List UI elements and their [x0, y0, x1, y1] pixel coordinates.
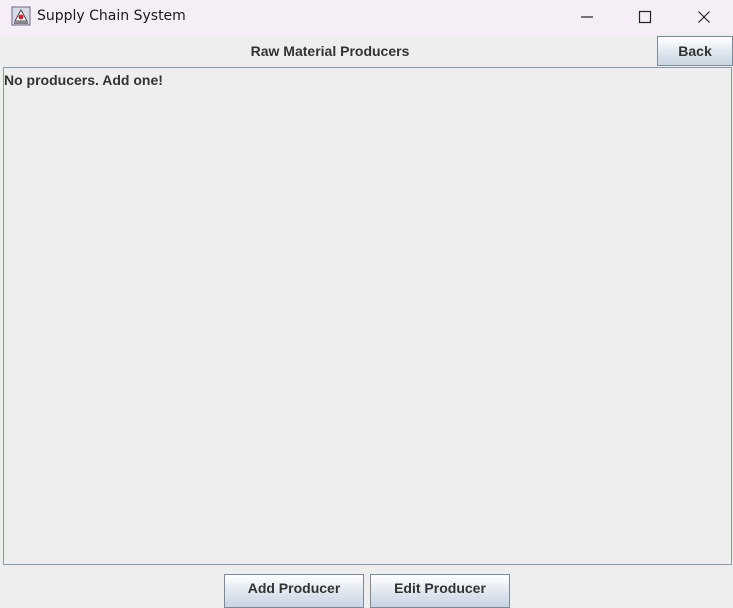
- maximize-button[interactable]: [616, 0, 674, 33]
- title-bar[interactable]: Supply Chain System: [0, 0, 733, 34]
- page-title: Raw Material Producers: [250, 43, 410, 59]
- minimize-icon: [580, 10, 594, 24]
- maximize-icon: [638, 10, 652, 24]
- java-app-icon: [11, 6, 31, 26]
- close-button[interactable]: [675, 0, 733, 33]
- header-bar: Raw Material Producers Back: [3, 35, 733, 67]
- app-window: Supply Chain System Raw Material Produce…: [0, 0, 733, 608]
- producer-list-panel: No producers. Add one!: [3, 67, 732, 565]
- edit-producer-button[interactable]: Edit Producer: [370, 574, 510, 608]
- minimize-button[interactable]: [558, 0, 616, 33]
- window-title: Supply Chain System: [37, 8, 186, 24]
- back-button[interactable]: Back: [657, 36, 733, 66]
- empty-state-message: No producers. Add one!: [4, 72, 163, 88]
- add-producer-button[interactable]: Add Producer: [224, 574, 364, 608]
- action-bar: Add Producer Edit Producer: [0, 566, 733, 608]
- close-icon: [697, 10, 711, 24]
